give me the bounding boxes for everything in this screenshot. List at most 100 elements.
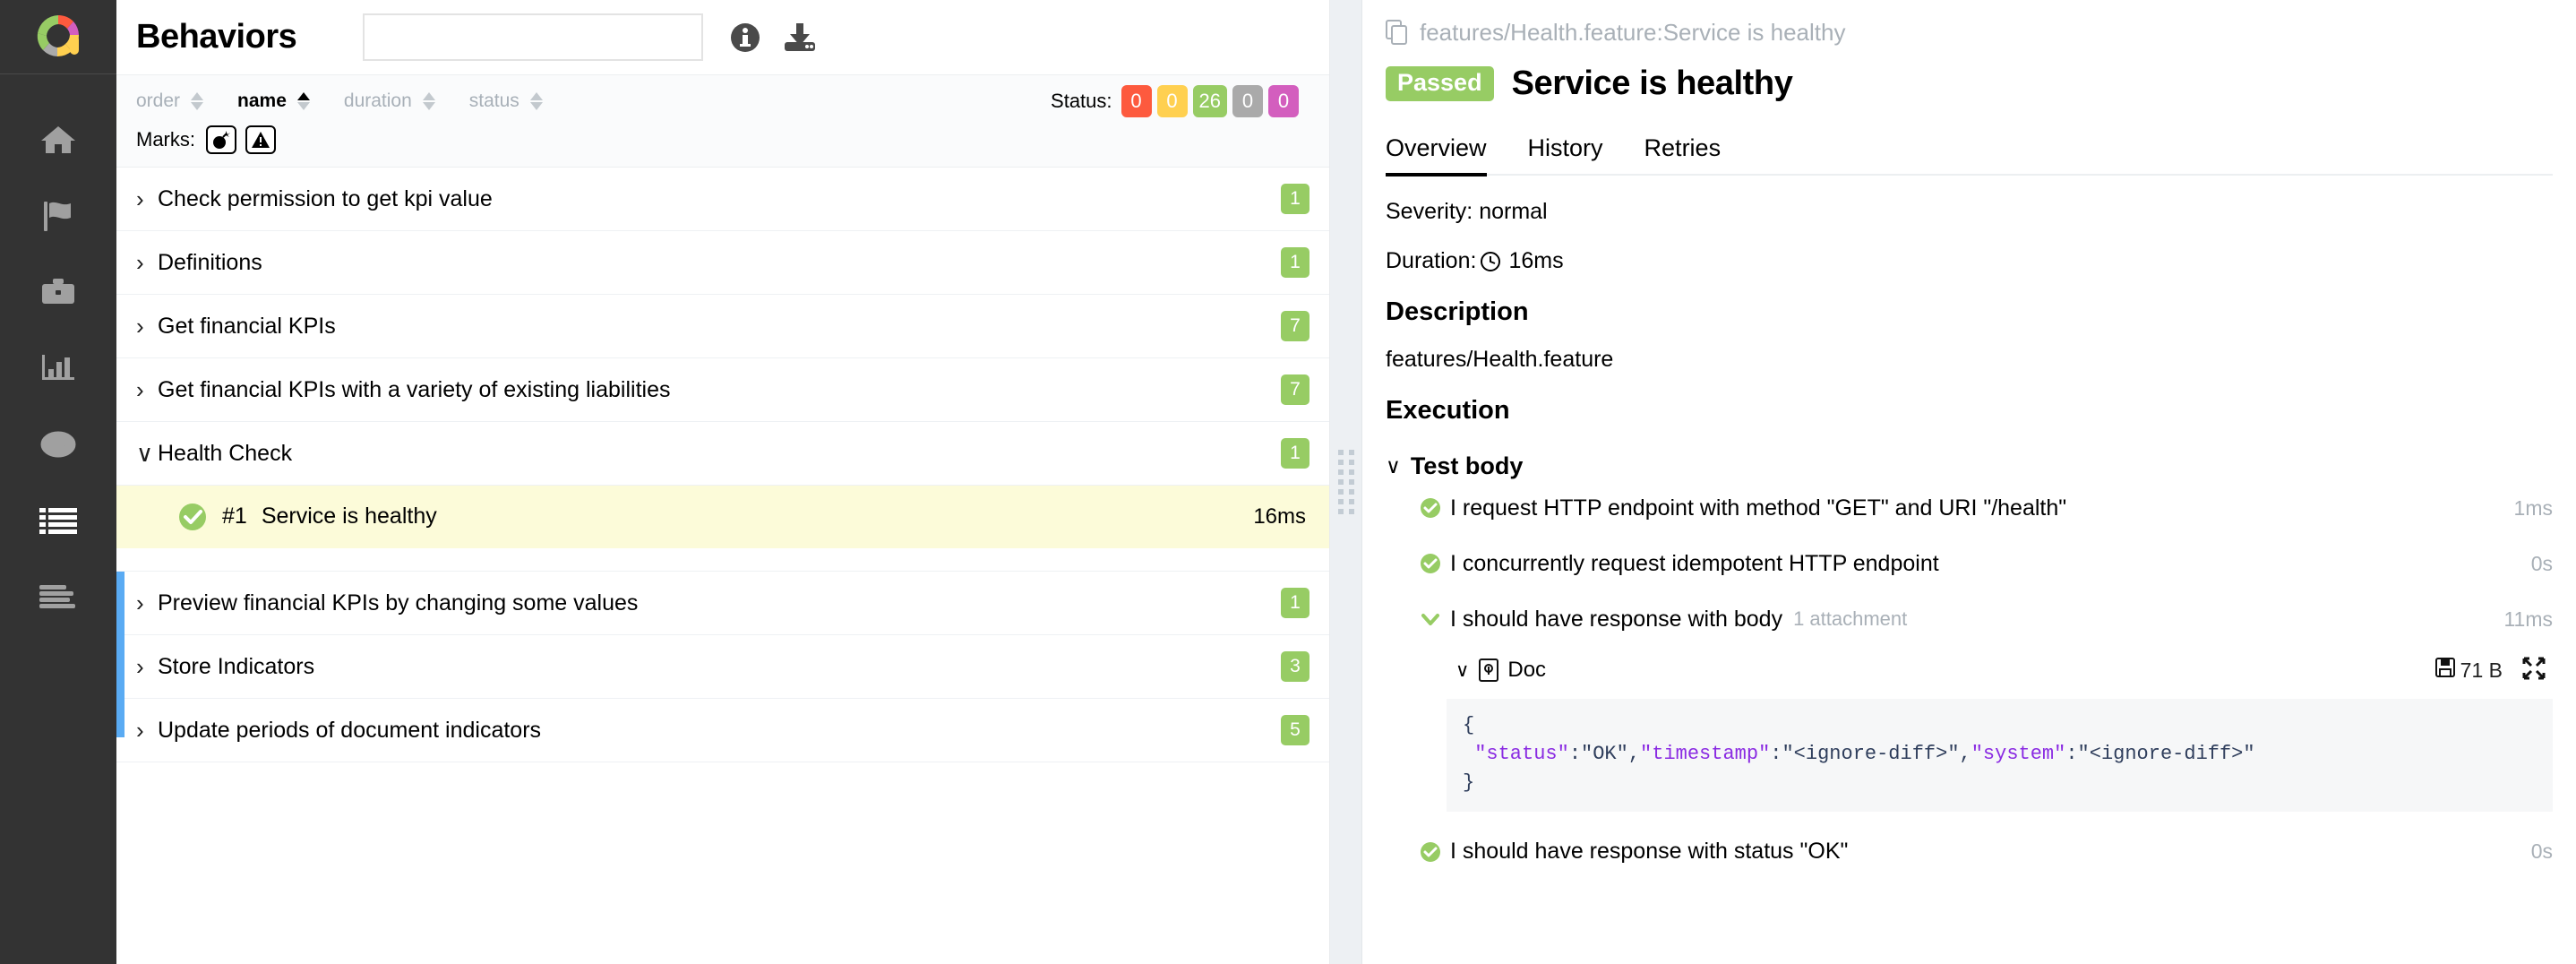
sidebar-item-suites[interactable] bbox=[0, 254, 116, 330]
attachment-code-block: { "status":"OK","timestamp":"<ignore-dif… bbox=[1447, 699, 2553, 812]
chevron-down-icon[interactable]: ∨ bbox=[1386, 456, 1401, 477]
table-row[interactable]: › Store Indicators 3 bbox=[116, 635, 1329, 699]
sidebar-item-categories[interactable] bbox=[0, 177, 116, 254]
attachment-row[interactable]: ∨ Doc 71 B bbox=[1386, 647, 2553, 693]
fullscreen-icon[interactable] bbox=[2522, 657, 2546, 684]
chevron-right-icon[interactable]: › bbox=[136, 378, 158, 401]
duration-value: 16ms bbox=[1508, 248, 1563, 274]
info-icon[interactable] bbox=[730, 22, 760, 53]
test-detail-panel: features/Health.feature:Service is healt… bbox=[1362, 0, 2576, 964]
test-duration: 16ms bbox=[1253, 504, 1306, 529]
step-duration: 1ms bbox=[2514, 496, 2553, 521]
marks-controls: Marks: bbox=[136, 122, 1329, 158]
overview-content: Severity: normal Duration: 16ms Descript… bbox=[1362, 176, 2576, 964]
tree-item-label: Health Check bbox=[158, 441, 292, 467]
status-filters: Status: 0 0 26 0 0 bbox=[1051, 85, 1329, 117]
vertical-scrollbar[interactable] bbox=[116, 572, 125, 737]
download-icon[interactable] bbox=[782, 22, 818, 53]
chevron-down-icon[interactable]: ∨ bbox=[136, 442, 158, 465]
floppy-icon bbox=[2435, 658, 2455, 683]
test-number: #1 bbox=[222, 504, 247, 529]
chevron-down-icon[interactable] bbox=[1420, 608, 1441, 630]
tree-item-label: Definitions bbox=[158, 250, 262, 276]
breadcrumb[interactable]: features/Health.feature:Service is healt… bbox=[1386, 13, 2553, 52]
table-row[interactable]: › Definitions 1 bbox=[116, 231, 1329, 295]
sidebar-item-home[interactable] bbox=[0, 101, 116, 177]
count-badge: 1 bbox=[1281, 438, 1309, 469]
duration-row: Duration: 16ms bbox=[1386, 248, 2553, 274]
tree-toolbar: order name duration status Status: bbox=[116, 74, 1329, 168]
tree-item-label: Check permission to get kpi value bbox=[158, 186, 493, 212]
sidebar-item-graphs[interactable] bbox=[0, 330, 116, 406]
tab-retries[interactable]: Retries bbox=[1644, 134, 1722, 176]
step-text: I should have response with body bbox=[1450, 607, 1782, 633]
breadcrumb-text[interactable]: features/Health.feature:Service is healt… bbox=[1420, 19, 1845, 47]
attachment-note: 1 attachment bbox=[1793, 607, 1907, 631]
table-row[interactable]: › Get financial KPIs with a variety of e… bbox=[116, 358, 1329, 422]
chevron-right-icon[interactable]: › bbox=[136, 719, 158, 742]
sort-by-order[interactable]: order bbox=[136, 90, 203, 112]
table-row[interactable]: › Update periods of document indicators … bbox=[116, 699, 1329, 762]
step-row[interactable]: I concurrently request idempotent HTTP e… bbox=[1386, 536, 2553, 591]
tab-overview[interactable]: Overview bbox=[1386, 134, 1487, 176]
check-circle-icon bbox=[1420, 497, 1441, 519]
sidebar-item-timeline[interactable] bbox=[0, 406, 116, 482]
behaviors-header: Behaviors bbox=[116, 0, 1329, 74]
status-badge-failed[interactable]: 0 bbox=[1121, 85, 1152, 117]
sort-by-status[interactable]: status bbox=[469, 90, 543, 112]
sort-by-name[interactable]: name bbox=[237, 90, 310, 112]
step-row[interactable]: I should have response with body 1 attac… bbox=[1386, 591, 2553, 647]
chevron-down-icon[interactable]: ∨ bbox=[1455, 661, 1469, 680]
table-row[interactable]: ∨ Health Check 1 bbox=[116, 422, 1329, 486]
test-body-toggle[interactable]: ∨ Test body bbox=[1386, 452, 2553, 480]
sort-by-duration[interactable]: duration bbox=[344, 90, 435, 112]
tree-item-label: Get financial KPIs with a variety of exi… bbox=[158, 377, 670, 403]
attachment-name: Doc bbox=[1507, 658, 1546, 683]
table-row[interactable]: › Preview financial KPIs by changing som… bbox=[116, 572, 1329, 635]
step-row[interactable]: I should have response with status "OK" … bbox=[1386, 824, 2553, 880]
tab-history[interactable]: History bbox=[1528, 134, 1603, 176]
sort-arrows-icon bbox=[191, 92, 203, 110]
list-item[interactable]: #1 Service is healthy 16ms bbox=[116, 486, 1329, 548]
table-row[interactable]: › Check permission to get kpi value 1 bbox=[116, 168, 1329, 231]
flaky-mark-button[interactable] bbox=[206, 125, 236, 154]
sort-arrows-icon bbox=[423, 92, 435, 110]
chevron-right-icon[interactable]: › bbox=[136, 591, 158, 615]
count-badge: 1 bbox=[1281, 588, 1309, 618]
chevron-right-icon[interactable]: › bbox=[136, 314, 158, 338]
tree-spacer bbox=[116, 548, 1329, 572]
status-badge-skipped[interactable]: 0 bbox=[1232, 85, 1263, 117]
attachment-size-text: 71 B bbox=[2460, 658, 2503, 683]
check-circle-icon bbox=[1420, 553, 1441, 574]
chevron-right-icon[interactable]: › bbox=[136, 187, 158, 211]
step-duration: 11ms bbox=[2503, 607, 2553, 632]
count-badge: 7 bbox=[1281, 374, 1309, 405]
sidebar-item-packages[interactable] bbox=[0, 558, 116, 634]
check-circle-icon bbox=[177, 502, 208, 532]
table-row[interactable]: › Get financial KPIs 7 bbox=[116, 295, 1329, 358]
panel-splitter[interactable] bbox=[1330, 0, 1362, 964]
check-circle-icon bbox=[1420, 841, 1441, 863]
step-text: I request HTTP endpoint with method "GET… bbox=[1450, 495, 2066, 521]
marks-label: Marks: bbox=[136, 128, 195, 151]
chevron-right-icon[interactable]: › bbox=[136, 655, 158, 678]
status-badge-broken[interactable]: 0 bbox=[1157, 85, 1188, 117]
step-duration: 0s bbox=[2531, 552, 2553, 576]
copy-icon[interactable] bbox=[1386, 20, 1420, 45]
duration-label: Duration: bbox=[1386, 248, 1476, 274]
chevron-right-icon[interactable]: › bbox=[136, 251, 158, 274]
step-text: I concurrently request idempotent HTTP e… bbox=[1450, 551, 1939, 577]
sidebar-item-behaviors[interactable] bbox=[0, 482, 116, 558]
status-badge-passed[interactable]: 26 bbox=[1193, 85, 1227, 117]
count-badge: 1 bbox=[1281, 247, 1309, 278]
allure-logo[interactable] bbox=[0, 0, 116, 74]
search-input[interactable] bbox=[363, 13, 703, 61]
step-duration: 0s bbox=[2531, 839, 2553, 864]
behaviors-panel: Behaviors order name bbox=[116, 0, 1330, 964]
detail-tabs: Overview History Retries bbox=[1386, 127, 2553, 176]
broken-mark-button[interactable] bbox=[245, 125, 276, 154]
test-body-label: Test body bbox=[1411, 452, 1524, 480]
sort-arrows-icon bbox=[297, 92, 310, 110]
status-badge-unknown[interactable]: 0 bbox=[1268, 85, 1299, 117]
step-row[interactable]: I request HTTP endpoint with method "GET… bbox=[1386, 480, 2553, 536]
